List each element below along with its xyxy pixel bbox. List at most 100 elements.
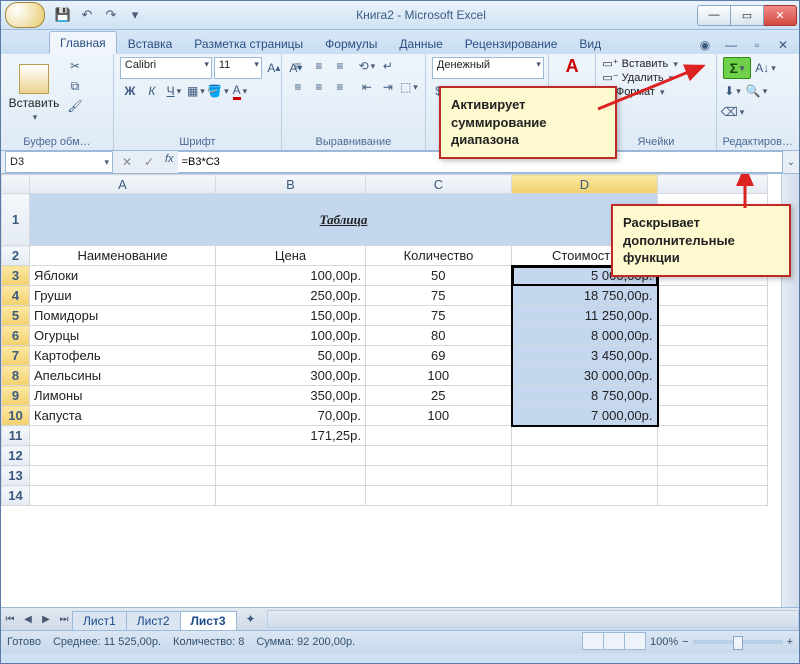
cell[interactable]: 18 750,00р.: [512, 286, 658, 306]
font-size-combo[interactable]: 11: [214, 57, 262, 79]
cell[interactable]: [216, 466, 366, 486]
restore-icon[interactable]: ▫: [747, 36, 767, 54]
row-header[interactable]: 7: [2, 346, 30, 366]
cell[interactable]: [658, 426, 768, 446]
cell[interactable]: 300,00р.: [216, 366, 366, 386]
sort-icon[interactable]: A↓▾: [755, 59, 775, 77]
fill-icon[interactable]: ⬇▾: [723, 82, 743, 100]
cells-delete-button[interactable]: ▭⁻ Удалить ▾: [602, 71, 673, 84]
cell[interactable]: 25: [366, 386, 512, 406]
row-header[interactable]: 13: [2, 466, 30, 486]
cell[interactable]: Груши: [30, 286, 216, 306]
tab-review[interactable]: Рецензирование: [454, 32, 569, 54]
align-mid-icon[interactable]: ≡: [309, 57, 329, 75]
cell[interactable]: 100,00р.: [216, 326, 366, 346]
name-box[interactable]: D3: [5, 151, 113, 173]
cell[interactable]: 171,25р.: [216, 426, 366, 446]
cell[interactable]: [30, 486, 216, 506]
paste-dropdown-icon[interactable]: ▾: [33, 112, 38, 123]
maximize-button[interactable]: ▭: [731, 5, 764, 26]
expand-formula-icon[interactable]: ⌄: [783, 157, 799, 168]
row-header[interactable]: 11: [2, 426, 30, 446]
cell[interactable]: 70,00р.: [216, 406, 366, 426]
tab-data[interactable]: Данные: [388, 32, 453, 54]
row-header[interactable]: 3: [2, 266, 30, 286]
cell[interactable]: Яблоки: [30, 266, 216, 286]
enter-icon[interactable]: ✓: [139, 153, 159, 171]
indent-inc-icon[interactable]: ⇥: [378, 78, 398, 96]
cell[interactable]: 150,00р.: [216, 306, 366, 326]
table-title-cell[interactable]: Таблица: [30, 194, 658, 246]
cell[interactable]: Цена: [216, 246, 366, 266]
underline-icon[interactable]: Ч▾: [164, 82, 184, 100]
col-header-D[interactable]: D: [512, 175, 658, 194]
sheet-tab-2[interactable]: Лист2: [126, 611, 181, 630]
zoom-slider[interactable]: [693, 640, 783, 644]
row-header[interactable]: 6: [2, 326, 30, 346]
cell[interactable]: 100: [366, 406, 512, 426]
autosum-button[interactable]: Σ▾: [723, 57, 752, 79]
cell[interactable]: [658, 286, 768, 306]
cell[interactable]: Помидоры: [30, 306, 216, 326]
redo-icon[interactable]: ↷: [101, 6, 121, 24]
cell[interactable]: Картофель: [30, 346, 216, 366]
zoom-out-icon[interactable]: −: [682, 636, 688, 648]
align-right-icon[interactable]: ≡: [330, 78, 350, 96]
sheet-tab-1[interactable]: Лист1: [72, 611, 127, 630]
cell[interactable]: [658, 326, 768, 346]
tab-last-icon[interactable]: ⏭: [55, 614, 73, 625]
close-button[interactable]: ✕: [764, 5, 797, 26]
tab-view[interactable]: Вид: [568, 32, 612, 54]
find-icon[interactable]: 🔍▾: [747, 82, 767, 100]
col-header-B[interactable]: B: [216, 175, 366, 194]
orientation-icon[interactable]: ⟲▾: [357, 57, 377, 75]
border-icon[interactable]: ▦▾: [186, 82, 206, 100]
cell[interactable]: [366, 486, 512, 506]
cell[interactable]: 3 450,00р.: [512, 346, 658, 366]
cell[interactable]: Количество: [366, 246, 512, 266]
paste-button[interactable]: Вставить ▾: [7, 57, 61, 129]
cell[interactable]: [512, 446, 658, 466]
autosum-dropdown-icon[interactable]: ▾: [740, 63, 745, 74]
min-ribbon-icon[interactable]: —: [721, 36, 741, 54]
cell[interactable]: Лимоны: [30, 386, 216, 406]
tab-insert[interactable]: Вставка: [117, 32, 184, 54]
row-header[interactable]: 12: [2, 446, 30, 466]
font-name-combo[interactable]: Calibri: [120, 57, 212, 79]
indent-dec-icon[interactable]: ⇤: [357, 78, 377, 96]
cell[interactable]: 75: [366, 306, 512, 326]
cell[interactable]: [658, 446, 768, 466]
new-sheet-icon[interactable]: ✦: [241, 610, 261, 628]
row-header[interactable]: 8: [2, 366, 30, 386]
tab-prev-icon[interactable]: ◀: [19, 614, 37, 625]
cell[interactable]: [658, 366, 768, 386]
cancel-icon[interactable]: ✕: [117, 153, 137, 171]
row-header[interactable]: 5: [2, 306, 30, 326]
cell[interactable]: [512, 486, 658, 506]
cell[interactable]: 8 000,00р.: [512, 326, 658, 346]
copy-icon[interactable]: ⧉: [65, 77, 85, 95]
cell[interactable]: 8 750,00р.: [512, 386, 658, 406]
align-top-icon[interactable]: ≡: [288, 57, 308, 75]
col-header-C[interactable]: C: [366, 175, 512, 194]
bold-icon[interactable]: Ж: [120, 82, 140, 100]
fx-icon[interactable]: fx: [161, 153, 178, 171]
close-doc-icon[interactable]: ✕: [773, 36, 793, 54]
tab-first-icon[interactable]: ⏮: [1, 614, 19, 625]
qat-menu-icon[interactable]: ▾: [125, 6, 145, 24]
row-header[interactable]: 9: [2, 386, 30, 406]
horizontal-scrollbar[interactable]: [267, 610, 799, 628]
align-center-icon[interactable]: ≡: [309, 78, 329, 96]
cells-insert-button[interactable]: ▭⁺ Вставить ▾: [602, 57, 678, 70]
fill-color-icon[interactable]: 🪣▾: [208, 82, 228, 100]
cell[interactable]: [512, 466, 658, 486]
align-left-icon[interactable]: ≡: [288, 78, 308, 96]
cell[interactable]: 11 250,00р.: [512, 306, 658, 326]
cell[interactable]: [216, 486, 366, 506]
cell[interactable]: [30, 446, 216, 466]
undo-icon[interactable]: ↶: [77, 6, 97, 24]
align-bot-icon[interactable]: ≡: [330, 57, 350, 75]
cell[interactable]: [658, 486, 768, 506]
save-icon[interactable]: 💾: [53, 6, 73, 24]
clear-icon[interactable]: ⌫▾: [723, 103, 743, 121]
